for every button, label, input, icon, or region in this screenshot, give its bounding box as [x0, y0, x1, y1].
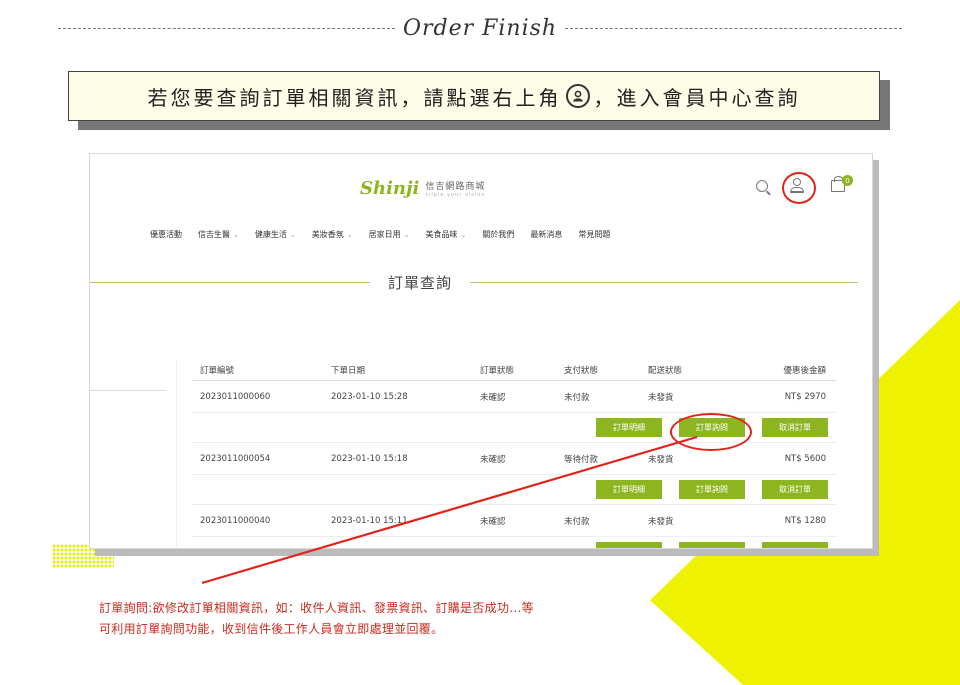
inquiry-highlight-circle — [670, 413, 752, 451]
dashed-divider — [565, 27, 903, 29]
nav-item[interactable]: 常見問題 — [578, 229, 610, 240]
order-date: 2023-01-10 15:18 — [331, 453, 408, 464]
payment-status: 等待付款 — [564, 454, 599, 465]
payment-status: 未付款 — [564, 392, 590, 403]
annotation-note: 訂單詢問:欲修改訂單相關資訊，如：收件人資訊、發票資訊、訂購是否成功...等 可… — [99, 598, 534, 640]
column-header: 支付狀態 — [564, 365, 599, 376]
shipping-status: 未發貨 — [648, 454, 674, 465]
table-header: 訂單編號 下單日期 訂單狀態 支付狀態 配送狀態 優惠後金額 — [192, 359, 836, 381]
nav-item[interactable]: 健康生活 ⌄ — [255, 229, 296, 240]
chevron-down-icon: ⌄ — [403, 231, 410, 239]
banner-text-after: ，進入會員中心查詢 — [593, 85, 801, 110]
cancel-order-button[interactable] — [762, 542, 828, 548]
column-header: 配送狀態 — [648, 365, 683, 376]
order-amount: NT$ 2970 — [784, 391, 826, 402]
section-header: Order Finish — [0, 14, 960, 42]
note-line-1: 訂單詢問:欲修改訂單相關資訊，如：收件人資訊、發票資訊、訂購是否成功...等 — [99, 601, 534, 615]
main-nav: 優惠活動 信吉生醫 ⌄ 健康生活 ⌄ 美妝香氛 ⌄ 居家日用 ⌄ 美食品味 ⌄ 關於我們 … — [150, 229, 626, 240]
column-header: 訂單編號 — [200, 365, 235, 376]
cancel-order-button[interactable]: 取消訂單 — [762, 418, 828, 437]
order-detail-button[interactable]: 訂單明細 — [596, 418, 662, 437]
nav-item[interactable]: 美妝香氛 ⌄ — [312, 229, 353, 240]
cancel-order-button[interactable]: 取消訂單 — [762, 480, 828, 499]
instruction-banner: 若您要查詢訂單相關資訊，請點選右上角 ，進入會員中心查詢 — [68, 71, 880, 121]
brand-name: Shinji — [360, 178, 420, 199]
sidebar-edge — [176, 360, 177, 548]
order-detail-button[interactable] — [596, 542, 662, 548]
nav-item[interactable]: 信吉生醫 ⌄ — [198, 229, 239, 240]
table-actions-row: 訂單明細 訂單詢問 取消訂單 — [192, 475, 836, 505]
chevron-down-icon: ⌄ — [460, 231, 467, 239]
nav-item[interactable]: 優惠活動 — [150, 229, 182, 240]
page-title-row: 訂單查詢 — [90, 272, 872, 292]
order-status: 未確認 — [480, 516, 506, 527]
order-inquiry-button[interactable] — [679, 542, 745, 548]
search-icon[interactable] — [756, 180, 768, 192]
brand-tagline: triple your vision — [425, 192, 486, 198]
chevron-down-icon: ⌄ — [346, 231, 353, 239]
site-logo[interactable]: Shinji 信吉網路商城 triple your vision — [360, 178, 485, 199]
column-header: 下單日期 — [331, 365, 366, 376]
shipping-status: 未發貨 — [648, 516, 674, 527]
nav-item[interactable]: 美食品味 ⌄ — [426, 229, 467, 240]
nav-item[interactable]: 最新消息 — [530, 229, 562, 240]
order-detail-button[interactable]: 訂單明細 — [596, 480, 662, 499]
order-amount: NT$ 1280 — [784, 515, 826, 526]
chevron-down-icon: ⌄ — [233, 231, 239, 239]
order-number: 2023011000054 — [200, 453, 271, 464]
order-number: 2023011000060 — [200, 391, 271, 402]
table-row: 2023011000054 2023-01-10 15:18 未確認 等待付款 … — [192, 443, 836, 475]
user-circle-icon — [565, 84, 590, 108]
column-header: 優惠後金額 — [783, 365, 826, 376]
cart-count-badge: 0 — [842, 175, 853, 186]
note-line-2: 可利用訂單詢問功能，收到信件後工作人員會立即處理並回覆。 — [99, 622, 444, 636]
order-status: 未確認 — [480, 392, 506, 403]
page-title: 訂單查詢 — [388, 273, 453, 292]
brand-name-cn: 信吉網路商城 — [425, 182, 486, 192]
site-screenshot: Shinji 信吉網路商城 triple your vision 0 優惠活動 … — [89, 153, 873, 549]
column-header: 訂單狀態 — [480, 365, 515, 376]
payment-status: 未付款 — [564, 516, 590, 527]
table-row: 2023011000040 2023-01-10 15:11 未確認 未付款 未… — [192, 505, 836, 537]
sidebar-divider — [90, 390, 166, 391]
dashed-divider — [58, 27, 395, 29]
banner-text-before: 若您要查詢訂單相關資訊，請點選右上角 — [147, 85, 562, 110]
order-date: 2023-01-10 15:11 — [331, 515, 408, 526]
title-divider — [470, 281, 858, 283]
nav-item[interactable]: 關於我們 — [482, 229, 514, 240]
section-title: Order Finish — [402, 15, 558, 41]
nav-item[interactable]: 居家日用 ⌄ — [369, 229, 410, 240]
order-date: 2023-01-10 15:28 — [331, 391, 408, 402]
order-status: 未確認 — [480, 454, 506, 465]
order-amount: NT$ 5600 — [784, 453, 826, 464]
order-inquiry-button[interactable]: 訂單詢問 — [679, 480, 745, 499]
shipping-status: 未發貨 — [648, 392, 674, 403]
chevron-down-icon: ⌄ — [289, 231, 296, 239]
user-icon-highlight — [782, 172, 816, 204]
order-table: 訂單編號 下單日期 訂單狀態 支付狀態 配送狀態 優惠後金額 202301100… — [192, 359, 836, 548]
table-row: 2023011000060 2023-01-10 15:28 未確認 未付款 未… — [192, 381, 836, 413]
order-number: 2023011000040 — [200, 515, 271, 526]
title-divider — [90, 281, 370, 283]
table-actions-row — [192, 537, 836, 548]
